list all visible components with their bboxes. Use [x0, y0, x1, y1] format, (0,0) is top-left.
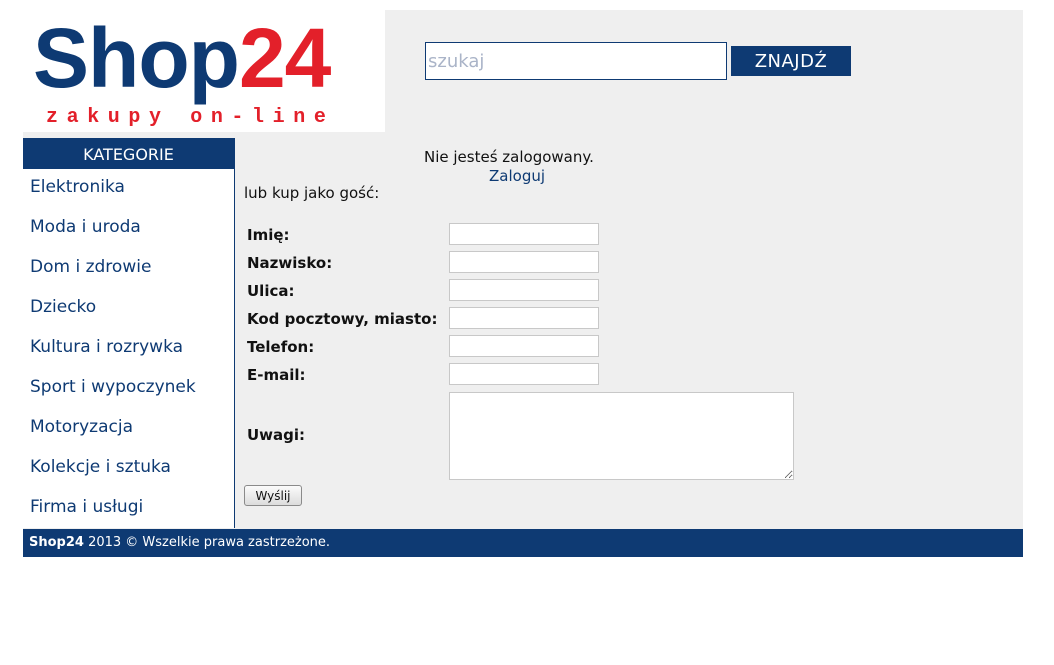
email-field[interactable] [449, 363, 599, 385]
sidebar-item-kolekcje-i-sztuka[interactable]: Kolekcje i sztuka [23, 449, 234, 489]
sidebar-item-sport-i-wypoczynek[interactable]: Sport i wypoczynek [23, 369, 234, 409]
login-status-text: Nie jesteś zalogowany. [424, 148, 594, 166]
street-field[interactable] [449, 279, 599, 301]
category-sidebar: KATEGORIE Elektronika Moda i uroda Dom i… [23, 138, 235, 528]
search-input[interactable] [425, 42, 727, 80]
page-container: Shop24 zakupy on-line ZNAJDŹ KATEGORIE E… [23, 10, 1023, 557]
submit-button[interactable]: Wyślij [244, 485, 302, 506]
sidebar-item-moda-i-uroda[interactable]: Moda i uroda [23, 209, 234, 249]
phone-field[interactable] [449, 335, 599, 357]
guest-checkout-label: lub kup jako gość: [244, 184, 380, 202]
first-name-label: Imię: [247, 226, 290, 244]
phone-label: Telefon: [247, 338, 315, 356]
category-list: Elektronika Moda i uroda Dom i zdrowie D… [23, 169, 234, 529]
logo-word: Shop [33, 11, 240, 105]
last-name-label: Nazwisko: [247, 254, 333, 272]
logo-wordmark: Shop24 [33, 8, 331, 108]
login-link[interactable]: Zaloguj [489, 167, 545, 185]
street-label: Ulica: [247, 282, 295, 300]
footer: Shop24 2013 © Wszelkie prawa zastrzeżone… [23, 529, 1023, 557]
sidebar-item-elektronika[interactable]: Elektronika [23, 169, 234, 209]
logo-number: 24 [238, 11, 331, 105]
notes-textarea[interactable] [449, 392, 794, 480]
last-name-field[interactable] [449, 251, 599, 273]
first-name-field[interactable] [449, 223, 599, 245]
footer-copyright: 2013 © Wszelkie prawa zastrzeżone. [83, 535, 331, 550]
email-label: E-mail: [247, 366, 306, 384]
logo-tagline: zakupy on-line [46, 106, 335, 129]
footer-brand: Shop24 [29, 535, 84, 550]
sidebar-item-firma-i-uslugi[interactable]: Firma i usługi [23, 489, 234, 529]
sidebar-item-kultura-i-rozrywka[interactable]: Kultura i rozrywka [23, 329, 234, 369]
sidebar-title: KATEGORIE [23, 138, 234, 169]
sidebar-item-dziecko[interactable]: Dziecko [23, 289, 234, 329]
search-button[interactable]: ZNAJDŹ [731, 46, 851, 76]
postal-city-field[interactable] [449, 307, 599, 329]
sidebar-item-dom-i-zdrowie[interactable]: Dom i zdrowie [23, 249, 234, 289]
sidebar-item-motoryzacja[interactable]: Motoryzacja [23, 409, 234, 449]
postal-city-label: Kod pocztowy, miasto: [247, 310, 438, 328]
logo[interactable]: Shop24 zakupy on-line [23, 10, 385, 132]
notes-label: Uwagi: [247, 426, 306, 444]
